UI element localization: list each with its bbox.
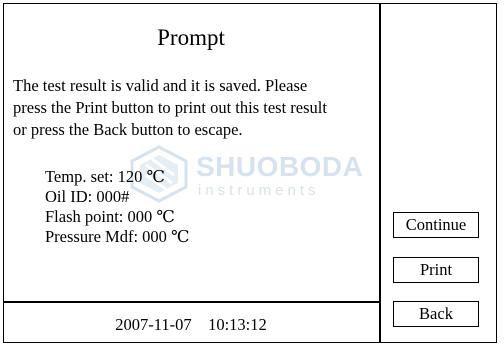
message-line: or press the Back button to escape. — [13, 120, 243, 139]
continue-button[interactable]: Continue — [393, 212, 479, 238]
dialog-title: Prompt — [157, 25, 225, 50]
flash-point-value: Flash point: 000 ℃ — [45, 207, 175, 226]
oil-id-value: Oil ID: 000# — [45, 187, 130, 206]
message-line: The test result is valid and it is saved… — [13, 76, 308, 95]
dialog-message: The test result is valid and it is saved… — [13, 75, 375, 141]
print-button[interactable]: Print — [393, 257, 479, 283]
test-parameters: Temp. set: 120 ℃ Oil ID: 000# Flash poin… — [45, 167, 190, 247]
panel-divider-horizontal — [3, 301, 380, 303]
panel-divider-vertical — [379, 3, 381, 343]
datetime-display: 2007-11-07 10:13:12 — [115, 315, 267, 334]
back-button[interactable]: Back — [393, 301, 479, 327]
message-line: press the Print button to print out this… — [13, 98, 327, 117]
pressure-mdf-value: Pressure Mdf: 000 ℃ — [45, 227, 190, 246]
temp-set-value: Temp. set: 120 ℃ — [45, 167, 165, 186]
